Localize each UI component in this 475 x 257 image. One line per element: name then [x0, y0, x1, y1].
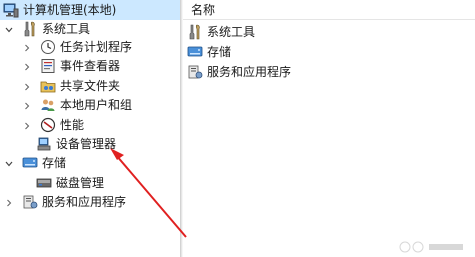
- tools-icon: [22, 21, 38, 37]
- device-manager-icon: [36, 136, 52, 152]
- tree-item-label: 事件查看器: [60, 59, 121, 73]
- tree-item-storage[interactable]: 存储: [4, 153, 66, 173]
- tree-item-device-manager[interactable]: 设备管理器: [36, 134, 116, 154]
- computer-management-icon: [3, 2, 19, 18]
- services-icon: [22, 194, 38, 210]
- chevron-right-icon[interactable]: [22, 81, 32, 91]
- services-icon: [187, 64, 203, 80]
- tree-item-performance[interactable]: 性能: [22, 115, 84, 135]
- chevron-right-icon[interactable]: [4, 197, 14, 207]
- chevron-right-icon[interactable]: [22, 120, 32, 130]
- disk-management-icon: [36, 175, 52, 191]
- watermark-logo: [399, 241, 463, 253]
- tree-item-label: 设备管理器: [56, 137, 117, 151]
- tree-item-computer-management[interactable]: 计算机管理(本地): [0, 0, 180, 20]
- chevron-right-icon[interactable]: [22, 100, 32, 110]
- tree-item-shared-folders[interactable]: 共享文件夹: [22, 76, 120, 96]
- header-divider: [183, 19, 475, 20]
- tree-item-label: 共享文件夹: [60, 79, 121, 93]
- performance-icon: [40, 117, 56, 133]
- clock-icon: [40, 39, 56, 55]
- tree-item-system-tools[interactable]: 系统工具: [4, 19, 90, 39]
- tree-item-services-applications[interactable]: 服务和应用程序: [4, 192, 126, 212]
- list-item-label: 服务和应用程序: [207, 65, 292, 79]
- event-viewer-icon: [40, 58, 56, 74]
- users-icon: [40, 97, 56, 113]
- tree-item-disk-management[interactable]: 磁盘管理: [36, 173, 104, 193]
- chevron-down-icon[interactable]: [4, 158, 14, 168]
- details-list: 名称 系统工具 存储 服务和应用程序: [183, 0, 475, 257]
- list-item-label: 存储: [207, 45, 232, 59]
- shared-folder-icon: [40, 78, 56, 94]
- tree-item-label: 磁盘管理: [56, 176, 105, 190]
- list-item[interactable]: 系统工具: [187, 22, 255, 42]
- chevron-right-icon[interactable]: [22, 42, 32, 52]
- tree-item-label: 计算机管理(本地): [23, 3, 117, 17]
- column-header-name[interactable]: 名称: [191, 2, 215, 18]
- tree-item-label: 任务计划程序: [60, 40, 133, 54]
- tree-item-label: 本地用户和组: [60, 98, 133, 112]
- list-item[interactable]: 存储: [187, 42, 231, 62]
- storage-icon: [22, 155, 38, 171]
- list-item[interactable]: 服务和应用程序: [187, 62, 291, 82]
- tree-item-task-scheduler[interactable]: 任务计划程序: [22, 37, 132, 57]
- chevron-down-icon[interactable]: [4, 24, 14, 34]
- list-item-label: 系统工具: [207, 25, 256, 39]
- storage-icon: [187, 44, 203, 60]
- navigation-tree: 计算机管理(本地) 系统工具 任务计划程序 事件查看器 共享文件夹 本地用户和组…: [0, 0, 180, 257]
- tree-item-label: 性能: [60, 118, 85, 132]
- tree-item-label: 存储: [42, 156, 67, 170]
- tools-icon: [187, 24, 203, 40]
- tree-item-label: 系统工具: [42, 22, 91, 36]
- chevron-right-icon[interactable]: [22, 61, 32, 71]
- tree-item-local-users-groups[interactable]: 本地用户和组: [22, 95, 132, 115]
- tree-item-label: 服务和应用程序: [42, 195, 127, 209]
- tree-item-event-viewer[interactable]: 事件查看器: [22, 56, 120, 76]
